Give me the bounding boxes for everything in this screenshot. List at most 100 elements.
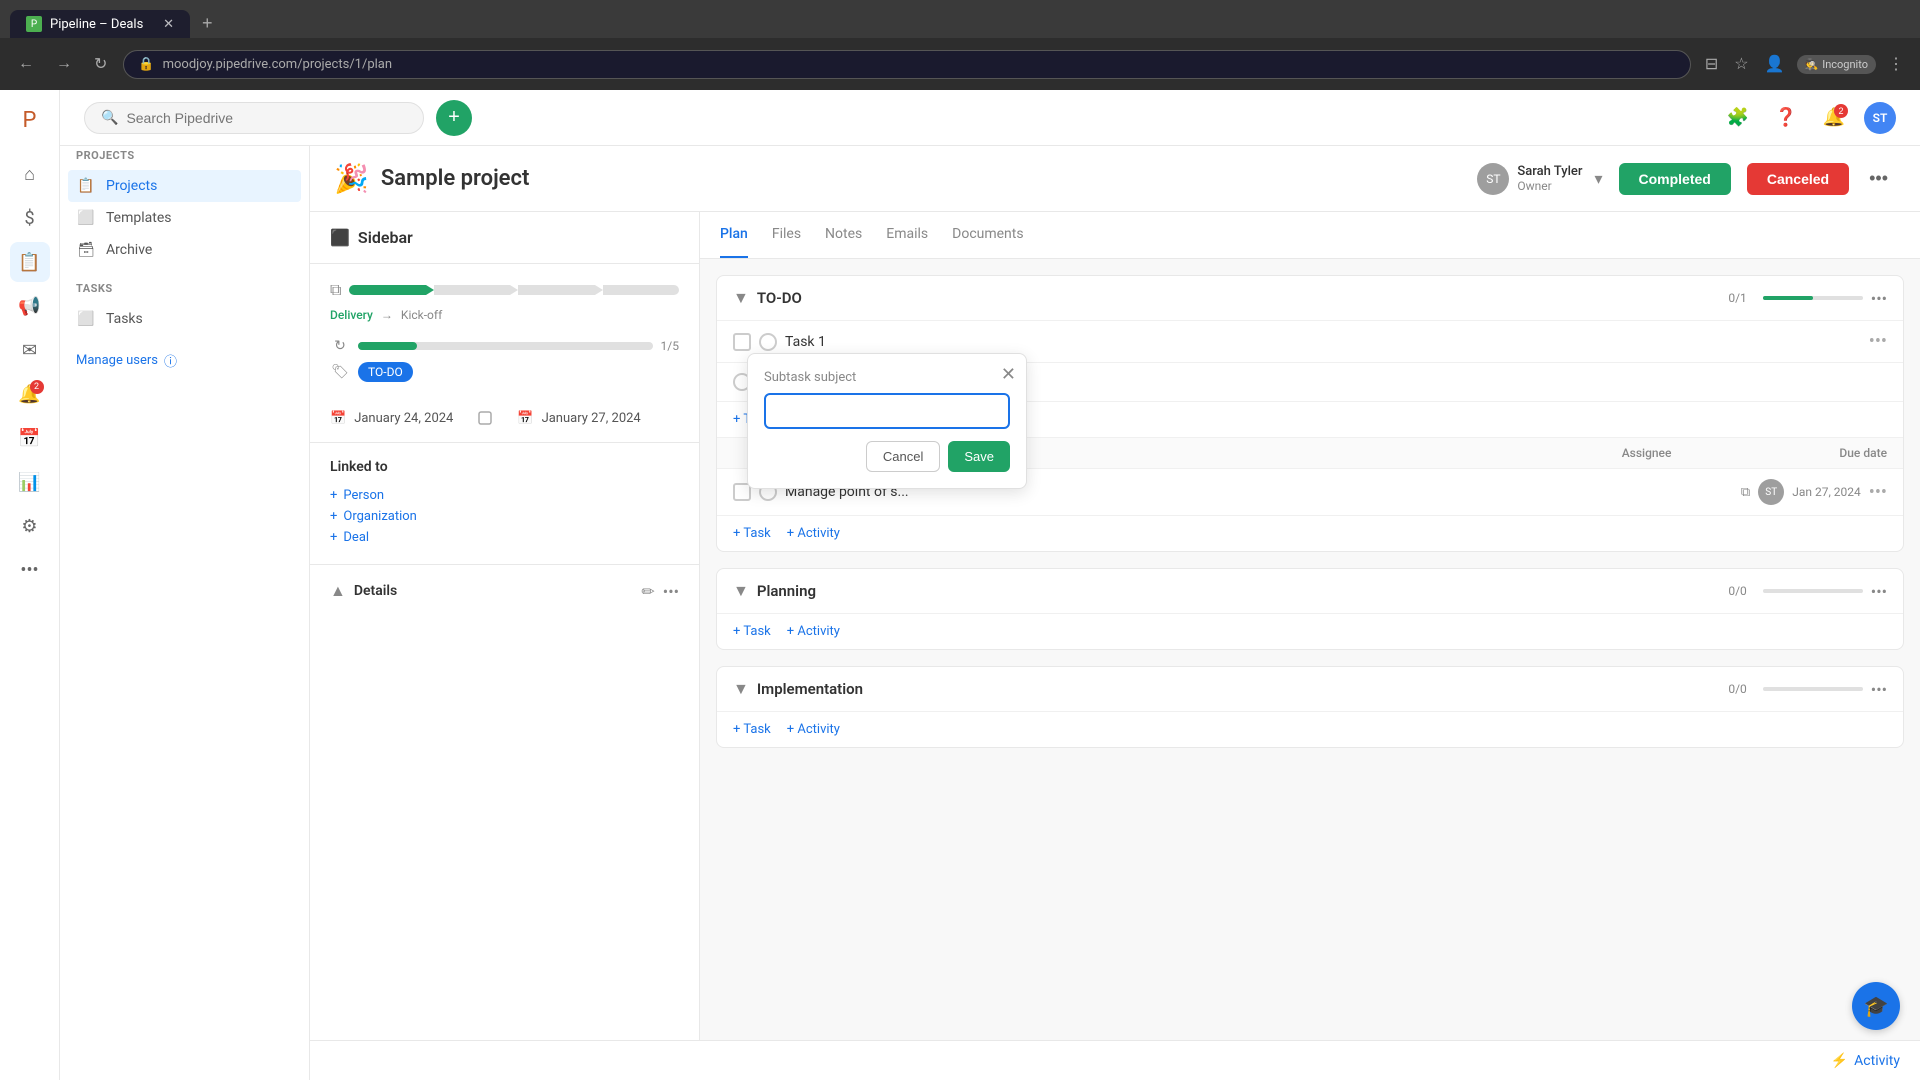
sidebar-item-archive[interactable]: 🗃 Archive <box>60 234 309 266</box>
address-bar[interactable]: 🔒 moodjoy.pipedrive.com/projects/1/plan <box>123 50 1690 79</box>
manage-add-task-link[interactable]: + Task <box>733 526 771 541</box>
manage-due-date: Jan 27, 2024 <box>1792 485 1861 499</box>
activity-tab[interactable]: ⚡ Activity <box>1831 1053 1900 1069</box>
planning-add-activity-link[interactable]: + Activity <box>787 624 840 639</box>
subtask-save-button[interactable]: Save <box>948 441 1010 472</box>
left-panel: ⬛ Sidebar ⧉ <box>310 212 700 1080</box>
manage-add-activity-link[interactable]: + Activity <box>787 526 840 541</box>
todo-section-header[interactable]: ▼ TO-DO 0/1 ••• <box>717 276 1903 320</box>
todo-progress-label: 0/1 <box>1728 291 1746 305</box>
reload-button[interactable]: ↻ <box>88 50 113 78</box>
sidebar-item-tasks[interactable]: ⬜ Tasks <box>60 303 309 335</box>
linked-person[interactable]: + Person <box>330 485 679 506</box>
completed-button[interactable]: Completed <box>1619 163 1731 195</box>
tab-emails[interactable]: Emails <box>886 212 928 258</box>
planning-section-header[interactable]: ▼ Planning 0/0 ••• <box>717 569 1903 613</box>
linked-title: Linked to <box>330 459 679 475</box>
forward-button[interactable]: → <box>50 51 78 77</box>
tab-close-icon[interactable]: ✕ <box>163 17 174 32</box>
tab-notes[interactable]: Notes <box>825 212 862 258</box>
collapse-icon[interactable]: ⬛ <box>330 228 350 247</box>
tabs-bar: Plan Files Notes Emails Documents <box>700 212 1920 259</box>
sidebar-item-projects[interactable]: 📋 Projects <box>68 170 301 202</box>
implementation-more-btn[interactable]: ••• <box>1871 680 1887 699</box>
task-section-todo: ▼ TO-DO 0/1 ••• Task 1 ••• <box>716 275 1904 552</box>
right-panel: Plan Files Notes Emails Documents ▼ TO-D… <box>700 212 1920 1080</box>
task1-checkbox-square[interactable] <box>733 333 751 351</box>
nav-icon-notification[interactable]: 🔔 2 <box>10 374 50 414</box>
nav-icon-calendar[interactable]: 📅 <box>10 418 50 458</box>
tasks-icon: ⬜ <box>76 311 96 327</box>
todo-more-btn[interactable]: ••• <box>1871 289 1887 308</box>
implementation-add-activity-link[interactable]: + Activity <box>787 722 840 737</box>
extensions-icon[interactable]: ⋮ <box>1884 50 1908 78</box>
implementation-section-header[interactable]: ▼ Implementation 0/0 ••• <box>717 667 1903 711</box>
nav-icon-settings[interactable]: ⚙ <box>10 506 50 546</box>
nav-icon-analytics[interactable]: 📊 <box>10 462 50 502</box>
task1-more[interactable]: ••• <box>1869 331 1887 352</box>
sidebar-item-templates[interactable]: ⬜ Templates <box>60 202 309 234</box>
subtask-close-button[interactable]: ✕ <box>1001 364 1016 385</box>
task1-check[interactable] <box>759 333 777 351</box>
owner-dropdown-icon[interactable]: ▾ <box>1590 165 1606 192</box>
tab-documents[interactable]: Documents <box>952 212 1023 258</box>
owner-details: Sarah Tyler Owner <box>1517 164 1582 193</box>
implementation-add-row: + Task + Activity <box>717 711 1903 747</box>
planning-more-btn[interactable]: ••• <box>1871 582 1887 601</box>
subtask-input[interactable] <box>764 393 1010 429</box>
bookmark-star-icon[interactable]: ☆ <box>1730 50 1752 78</box>
nav-icon-projects[interactable]: 📋 <box>10 242 50 282</box>
pipeline-track-icon: ⧉ <box>330 280 679 300</box>
nav-icon-more[interactable]: ••• <box>10 550 50 590</box>
nav-icon-campaigns[interactable]: 📢 <box>10 286 50 326</box>
linked-org-label: Organization <box>343 509 416 524</box>
tag-row: 🏷 TO-DO <box>330 362 679 382</box>
linked-deal[interactable]: + Deal <box>330 527 679 548</box>
bottom-bar: ⚡ Activity <box>310 1040 1920 1080</box>
app: P ⌂ $ 📋 📢 ✉ 🔔 2 📅 📊 ⚙ ••• ☰ Projects / P… <box>0 90 1920 1080</box>
details-collapse-icon[interactable]: ▲ <box>330 581 346 601</box>
profile-icon[interactable]: 👤 <box>1761 50 1789 78</box>
dates-sep <box>477 410 493 426</box>
owner-name: Sarah Tyler <box>1517 164 1582 179</box>
manage-add-row: + Task + Activity <box>717 515 1903 551</box>
tab-files[interactable]: Files <box>772 212 801 258</box>
manage-users[interactable]: Manage users ⓘ <box>60 343 309 378</box>
sidebar-item-projects-label: Projects <box>106 178 157 194</box>
planning-add-task-link[interactable]: + Task <box>733 624 771 639</box>
project-more-button[interactable]: ••• <box>1861 164 1896 193</box>
nav-icon-home[interactable]: ⌂ <box>10 154 50 194</box>
cast-icon[interactable]: ⊟ <box>1701 50 1722 78</box>
todo-progress-fill <box>1763 296 1813 300</box>
planning-progress-label: 0/0 <box>1728 584 1746 598</box>
panel-header: ⬛ Sidebar <box>310 212 699 264</box>
implementation-add-task-link[interactable]: + Task <box>733 722 771 737</box>
manage-assignee-chip: ST <box>1758 479 1784 505</box>
tab-plan[interactable]: Plan <box>720 212 748 258</box>
nav-icon-mail[interactable]: ✉ <box>10 330 50 370</box>
new-tab-button[interactable]: + <box>194 9 221 38</box>
details-more-icon[interactable]: ••• <box>663 582 679 601</box>
back-button[interactable]: ← <box>12 51 40 77</box>
todo-chevron: ▼ <box>733 288 749 308</box>
subtask-cancel-button[interactable]: Cancel <box>866 441 940 472</box>
details-section: ▲ Details ✏ ••• <box>310 564 699 601</box>
manage-more-btn[interactable]: ••• <box>1869 482 1887 503</box>
helper-button[interactable]: 🎓 <box>1852 982 1900 1030</box>
nav-icon-deals[interactable]: $ <box>10 198 50 238</box>
tab-title: Pipeline – Deals <box>50 17 143 32</box>
project-title[interactable]: Sample project <box>381 166 530 191</box>
copy-icon[interactable]: ⧉ <box>1741 485 1750 500</box>
activity-icon: ⚡ <box>1831 1053 1848 1069</box>
subtask-action-row: Cancel Save <box>764 441 1010 472</box>
pipedrive-logo[interactable]: P <box>10 100 50 140</box>
canceled-button[interactable]: Canceled <box>1747 163 1849 195</box>
task1-name[interactable]: Task 1 <box>785 334 1861 350</box>
activity-label: Activity <box>1854 1053 1900 1069</box>
linked-org[interactable]: + Organization <box>330 506 679 527</box>
plus-icon-deal: + <box>330 530 337 545</box>
col-assignee-header: Assignee <box>1622 446 1672 460</box>
browser-actions: ⊟ ☆ 👤 🕵 Incognito ⋮ <box>1701 50 1908 78</box>
stage-arrow-3 <box>595 285 603 295</box>
details-edit-icon[interactable]: ✏ <box>641 582 654 601</box>
